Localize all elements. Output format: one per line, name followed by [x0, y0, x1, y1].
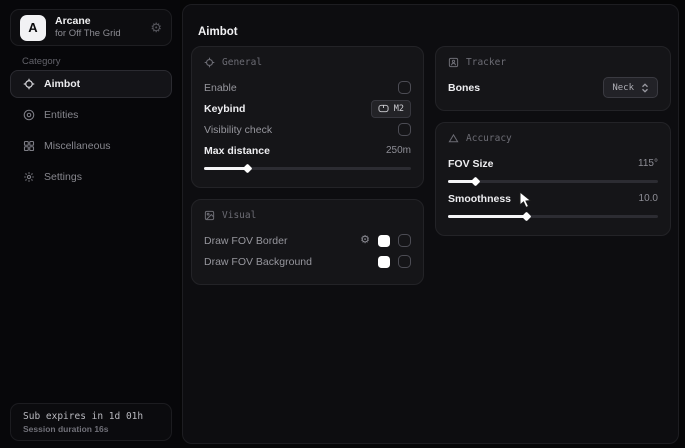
grid-icon	[23, 140, 35, 152]
card-title: General	[222, 57, 262, 68]
sidebar-item-label: Miscellaneous	[44, 140, 111, 152]
slider-thumb[interactable]	[521, 211, 531, 221]
sub-expiry-text: Sub expires in 1d 01h	[23, 411, 159, 422]
category-label: Category	[22, 56, 61, 67]
bones-label: Bones	[448, 82, 480, 94]
keybind-label: Keybind	[204, 103, 245, 115]
fov-border-settings-icon[interactable]: ⚙	[360, 235, 370, 246]
sidebar-item-aimbot[interactable]: Aimbot	[10, 70, 172, 98]
subscription-info: Sub expires in 1d 01h Session duration 1…	[10, 403, 172, 441]
fov-border-checkbox[interactable]	[398, 234, 411, 247]
card-title: Visual	[222, 210, 256, 221]
bones-select[interactable]: Neck	[603, 77, 658, 98]
sidebar: A Arcane for Off The Grid ⚙ Category Aim…	[0, 0, 180, 448]
card-title: Accuracy	[466, 133, 512, 144]
general-card: General Enable Keybind M2 Visi	[191, 46, 424, 188]
tracker-card: Tracker Bones Neck	[435, 46, 671, 111]
smoothness-label: Smoothness	[448, 193, 511, 205]
app-header: A Arcane for Off The Grid ⚙	[10, 9, 172, 46]
fov-background-color-swatch[interactable]	[378, 256, 390, 268]
page-title: Aimbot	[198, 26, 238, 38]
session-duration-text: Session duration 16s	[23, 424, 159, 434]
smoothness-value: 10.0	[639, 193, 658, 204]
visibility-checkbox[interactable]	[398, 123, 411, 136]
bones-selected-value: Neck	[612, 83, 634, 93]
sidebar-item-label: Aimbot	[44, 78, 80, 90]
enable-checkbox[interactable]	[398, 81, 411, 94]
sidebar-item-label: Entities	[44, 109, 78, 121]
slider-thumb[interactable]	[243, 163, 253, 173]
triangle-icon	[448, 133, 459, 144]
mouse-icon	[378, 104, 389, 113]
settings-gear-icon[interactable]: ⚙	[150, 21, 162, 34]
fov-background-checkbox[interactable]	[398, 255, 411, 268]
accuracy-card: Accuracy FOV Size 115° Smoothness 10.0	[435, 122, 671, 236]
sidebar-nav: Aimbot Entities Miscellaneous Settings	[10, 70, 172, 194]
draw-fov-border-label: Draw FOV Border	[204, 235, 287, 247]
fov-border-color-swatch[interactable]	[378, 235, 390, 247]
fov-size-label: FOV Size	[448, 158, 494, 170]
app-tagline: for Off The Grid	[55, 28, 141, 40]
draw-fov-background-label: Draw FOV Background	[204, 256, 312, 268]
mouse-cursor	[519, 191, 533, 209]
app-name: Arcane	[55, 15, 141, 28]
visual-card: Visual Draw FOV Border ⚙ Draw FOV Backgr…	[191, 199, 424, 285]
gear-icon	[23, 171, 35, 183]
max-distance-slider[interactable]	[204, 167, 411, 170]
fov-size-slider[interactable]	[448, 180, 658, 183]
app-logo: A	[20, 15, 46, 41]
sidebar-item-entities[interactable]: Entities	[10, 101, 172, 129]
person-target-icon	[448, 57, 459, 68]
keybind-value: M2	[394, 104, 404, 114]
eye-icon	[23, 109, 35, 121]
max-distance-value: 250m	[386, 145, 411, 156]
sidebar-item-label: Settings	[44, 171, 82, 183]
crosshair-icon	[204, 57, 215, 68]
enable-label: Enable	[204, 82, 237, 94]
chevron-up-down-icon	[641, 83, 649, 93]
smoothness-slider[interactable]	[448, 215, 658, 218]
slider-thumb[interactable]	[471, 176, 481, 186]
sidebar-item-miscellaneous[interactable]: Miscellaneous	[10, 132, 172, 160]
crosshair-icon	[23, 78, 35, 90]
image-icon	[204, 210, 215, 221]
app-window: A Arcane for Off The Grid ⚙ Category Aim…	[0, 0, 685, 448]
keybind-button[interactable]: M2	[371, 100, 411, 118]
card-title: Tracker	[466, 57, 506, 68]
visibility-check-label: Visibility check	[204, 124, 272, 136]
max-distance-label: Max distance	[204, 145, 270, 157]
sidebar-item-settings[interactable]: Settings	[10, 163, 172, 191]
main-panel: Aimbot General Enable Keybind	[182, 4, 679, 444]
fov-size-value: 115°	[638, 158, 658, 169]
